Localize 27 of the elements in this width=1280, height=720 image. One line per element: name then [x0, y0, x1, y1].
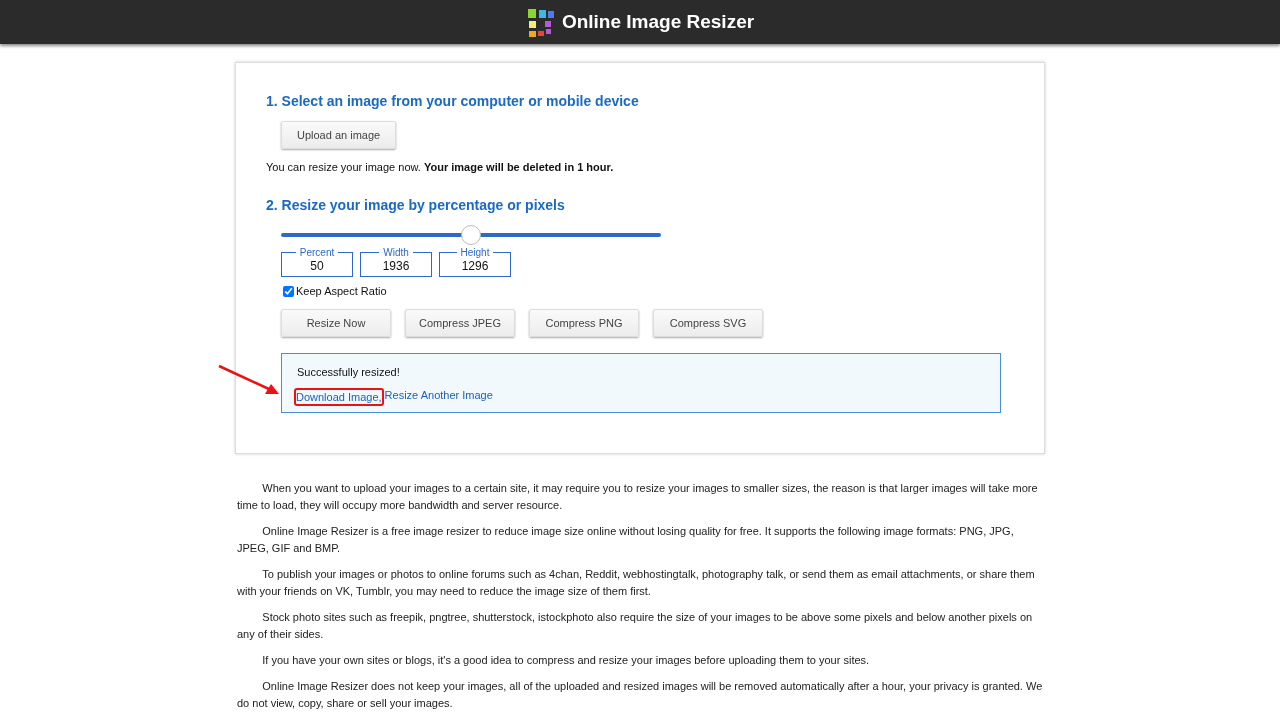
- annotation-arrow: [217, 364, 281, 396]
- action-button[interactable]: Resize Now: [281, 309, 391, 337]
- number-field[interactable]: Percent 50: [281, 247, 353, 277]
- description-paragraph: Stock photo sites such as freepik, pngtree, shutterstock, istockphoto also require the size of your images to be above some pixels and below another pixels on any of their sides.: [237, 610, 1034, 642]
- action-button[interactable]: Compress PNG: [529, 309, 639, 337]
- result-link[interactable]: Resize Another Image: [382, 388, 495, 406]
- description-paragraph: If you have your own sites or blogs, it's a good idea to compress and resize your images before uploading them to your sites.: [261, 653, 871, 668]
- site-title[interactable]: Online Image Resizer: [561, 11, 755, 33]
- upload-note: You can resize your image now. Your image will be deleted in 1 hour.: [266, 161, 615, 173]
- number-field[interactable]: Width 1936: [360, 247, 432, 277]
- aspect-checkbox[interactable]: [283, 285, 294, 297]
- section-heading: 1. Select an image from your computer or mobile device: [266, 93, 640, 109]
- checkbox-label: Keep Aspect Ratio: [296, 285, 387, 297]
- resize-slider[interactable]: [281, 225, 661, 245]
- result-link[interactable]: Download Image,: [294, 388, 384, 406]
- description-paragraph: When you want to upload your images to a certain site, it may require you to resize your images to smaller sizes, the reason is that larger images will take more time to load, they will occupy more bandwidth and server resource.: [237, 481, 1039, 513]
- slider-thumb[interactable]: [461, 225, 481, 245]
- action-button[interactable]: Compress JPEG: [405, 309, 515, 337]
- description-paragraph: Online Image Resizer is a free image resizer to reduce image size online without losing quality for free. It supports the following image formats: PNG, JPG, JPEG, GIF and BMP.: [237, 524, 1015, 556]
- number-field[interactable]: Height 1296: [439, 247, 511, 277]
- description-paragraph: To publish your images or photos to online forums such as 4chan, Reddit, webhostingtalk, photography talk, or send them as email attachments, or share them with your friends on VK, Tumblr, you may need to reduce the image size of them first.: [237, 567, 1036, 599]
- description-paragraph: Online Image Resizer does not keep your images, all of the uploaded and resized images will be removed automatically after a hour, your privacy is granted. We do not view, copy, share or sell your images.: [237, 679, 1043, 711]
- success-message: Successfully resized!: [297, 366, 401, 378]
- action-button[interactable]: Compress SVG: [653, 309, 763, 337]
- upload-button[interactable]: Upload an image: [281, 121, 397, 149]
- logo-icon: [525, 7, 556, 39]
- section-heading: 2. Resize your image by percentage or pixels: [266, 197, 566, 213]
